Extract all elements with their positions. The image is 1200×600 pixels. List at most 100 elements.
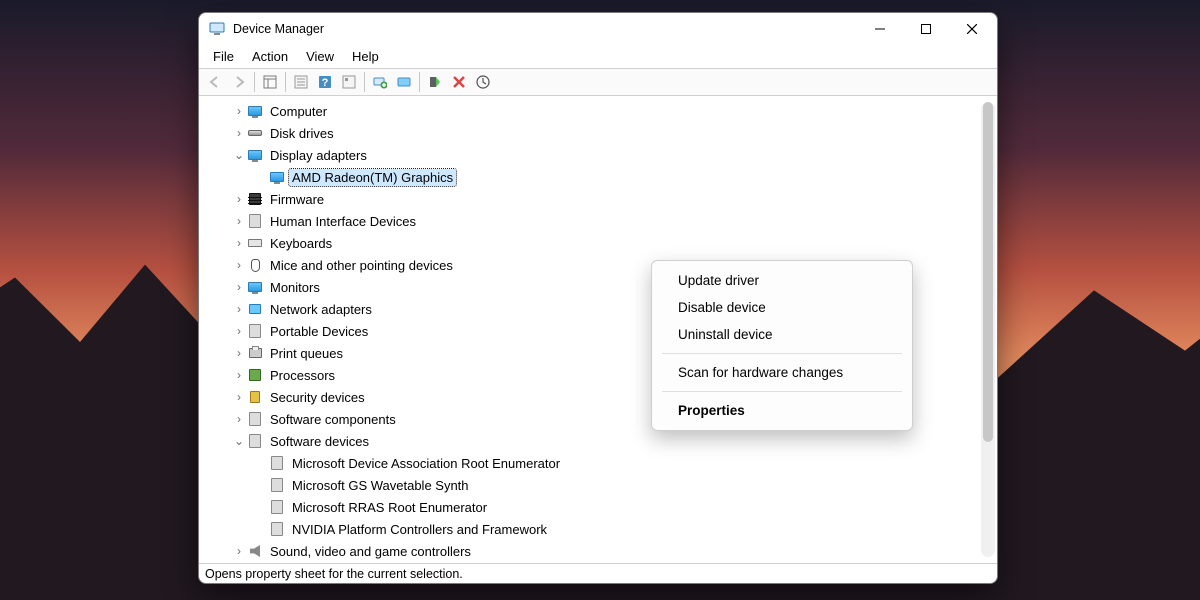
maximize-button[interactable] — [903, 13, 949, 45]
tree-label: Keyboards — [267, 235, 335, 252]
monitor-icon — [247, 279, 263, 295]
sound-icon — [247, 543, 263, 559]
tree-node-disk-drives[interactable]: ›Disk drives — [209, 122, 997, 144]
context-menu-properties[interactable]: Properties — [652, 397, 912, 424]
printer-icon — [247, 345, 263, 361]
tree-node-keyboards[interactable]: › Keyboards — [209, 232, 997, 254]
tree-label: Microsoft RRAS Root Enumerator — [289, 499, 490, 516]
tree-label: Display adapters — [267, 147, 370, 164]
display-adapter-icon — [247, 147, 263, 163]
expand-icon[interactable]: › — [231, 324, 247, 338]
context-menu-separator — [662, 391, 902, 392]
titlebar[interactable]: Device Manager — [199, 13, 997, 45]
tree-label: Monitors — [267, 279, 323, 296]
window-controls — [857, 13, 995, 45]
toolbar-action-button[interactable] — [337, 70, 361, 94]
toolbar-show-hide-tree-button[interactable] — [258, 70, 282, 94]
toolbar-scan-button[interactable] — [368, 70, 392, 94]
status-bar: Opens property sheet for the current sel… — [199, 563, 997, 583]
context-menu-update-driver[interactable]: Update driver — [652, 267, 912, 294]
tree-label: Software devices — [267, 433, 372, 450]
toolbar-separator — [364, 72, 365, 92]
menu-view[interactable]: View — [298, 47, 342, 66]
vertical-scrollbar[interactable] — [981, 102, 995, 557]
software-device-icon — [269, 499, 285, 515]
keyboard-icon — [247, 235, 263, 251]
context-menu-scan[interactable]: Scan for hardware changes — [652, 359, 912, 386]
expand-icon[interactable]: › — [231, 412, 247, 426]
tree-node-ms-rras[interactable]: ›Microsoft RRAS Root Enumerator — [209, 496, 997, 518]
tree-label: Microsoft GS Wavetable Synth — [289, 477, 472, 494]
collapse-icon[interactable]: ⌄ — [231, 434, 247, 448]
software-device-icon — [269, 477, 285, 493]
hid-icon — [247, 213, 263, 229]
expand-icon[interactable]: › — [231, 390, 247, 404]
software-device-icon — [269, 455, 285, 471]
expand-icon[interactable]: › — [231, 368, 247, 382]
toolbar-disable-button[interactable] — [423, 70, 447, 94]
app-icon — [209, 21, 225, 37]
context-menu-uninstall-device[interactable]: Uninstall device — [652, 321, 912, 348]
computer-icon — [247, 103, 263, 119]
close-button[interactable] — [949, 13, 995, 45]
tree-node-ms-gs-wavetable[interactable]: ›Microsoft GS Wavetable Synth — [209, 474, 997, 496]
portable-device-icon — [247, 323, 263, 339]
tree-label: Processors — [267, 367, 338, 384]
firmware-icon — [247, 191, 263, 207]
disk-icon — [247, 125, 263, 141]
context-menu: Update driver Disable device Uninstall d… — [651, 260, 913, 431]
tree-node-firmware[interactable]: › Firmware — [209, 188, 997, 210]
tree-node-nvidia-platform[interactable]: ›NVIDIA Platform Controllers and Framewo… — [209, 518, 997, 540]
toolbar-uninstall-button[interactable] — [447, 70, 471, 94]
expand-icon[interactable]: › — [231, 236, 247, 250]
expand-icon[interactable]: › — [231, 346, 247, 360]
tree-node-sound[interactable]: ›Sound, video and game controllers — [209, 540, 997, 562]
desktop-wallpaper: Device Manager File Action View Help ? — [0, 0, 1200, 600]
window-title: Device Manager — [233, 22, 857, 36]
toolbar-back-button[interactable] — [203, 70, 227, 94]
tree-label: NVIDIA Platform Controllers and Framewor… — [289, 521, 550, 538]
tree-label: Software components — [267, 411, 399, 428]
menu-file[interactable]: File — [205, 47, 242, 66]
expand-icon[interactable]: › — [231, 126, 247, 140]
tree-node-amd-radeon[interactable]: ›AMD Radeon(TM) Graphics — [209, 166, 997, 188]
tree-label: Network adapters — [267, 301, 375, 318]
tree-node-ms-device-association[interactable]: ›Microsoft Device Association Root Enume… — [209, 452, 997, 474]
menu-help[interactable]: Help — [344, 47, 387, 66]
expand-icon[interactable]: › — [231, 302, 247, 316]
expand-icon[interactable]: › — [231, 192, 247, 206]
minimize-button[interactable] — [857, 13, 903, 45]
context-menu-disable-device[interactable]: Disable device — [652, 294, 912, 321]
menu-action[interactable]: Action — [244, 47, 296, 66]
scrollbar-thumb[interactable] — [983, 102, 993, 442]
toolbar-properties-button[interactable] — [289, 70, 313, 94]
toolbar-separator — [285, 72, 286, 92]
toolbar-enable-button[interactable] — [471, 70, 495, 94]
toolbar-help-button[interactable]: ? — [313, 70, 337, 94]
menubar: File Action View Help — [199, 45, 997, 68]
expand-icon[interactable]: › — [231, 104, 247, 118]
tree-label: Firmware — [267, 191, 327, 208]
software-device-icon — [269, 521, 285, 537]
toolbar-update-driver-button[interactable] — [392, 70, 416, 94]
status-text: Opens property sheet for the current sel… — [205, 567, 463, 581]
collapse-icon[interactable]: ⌄ — [231, 148, 247, 162]
tree-label: Microsoft Device Association Root Enumer… — [289, 455, 563, 472]
tree-node-display-adapters[interactable]: ⌄ Display adapters — [209, 144, 997, 166]
security-icon — [247, 389, 263, 405]
tree-node-hid[interactable]: › Human Interface Devices — [209, 210, 997, 232]
mouse-icon — [247, 257, 263, 273]
tree-label: Human Interface Devices — [267, 213, 419, 230]
tree-label: AMD Radeon(TM) Graphics — [289, 169, 456, 186]
tree-node-software-devices[interactable]: ⌄ Software devices — [209, 430, 997, 452]
tree-label: Security devices — [267, 389, 368, 406]
expand-icon[interactable]: › — [231, 258, 247, 272]
tree-node-computer[interactable]: ›Computer — [209, 100, 997, 122]
expand-icon[interactable]: › — [231, 544, 247, 558]
expand-icon[interactable]: › — [231, 280, 247, 294]
context-menu-separator — [662, 353, 902, 354]
display-adapter-icon — [269, 169, 285, 185]
expand-icon[interactable]: › — [231, 214, 247, 228]
network-icon — [247, 301, 263, 317]
toolbar-forward-button[interactable] — [227, 70, 251, 94]
